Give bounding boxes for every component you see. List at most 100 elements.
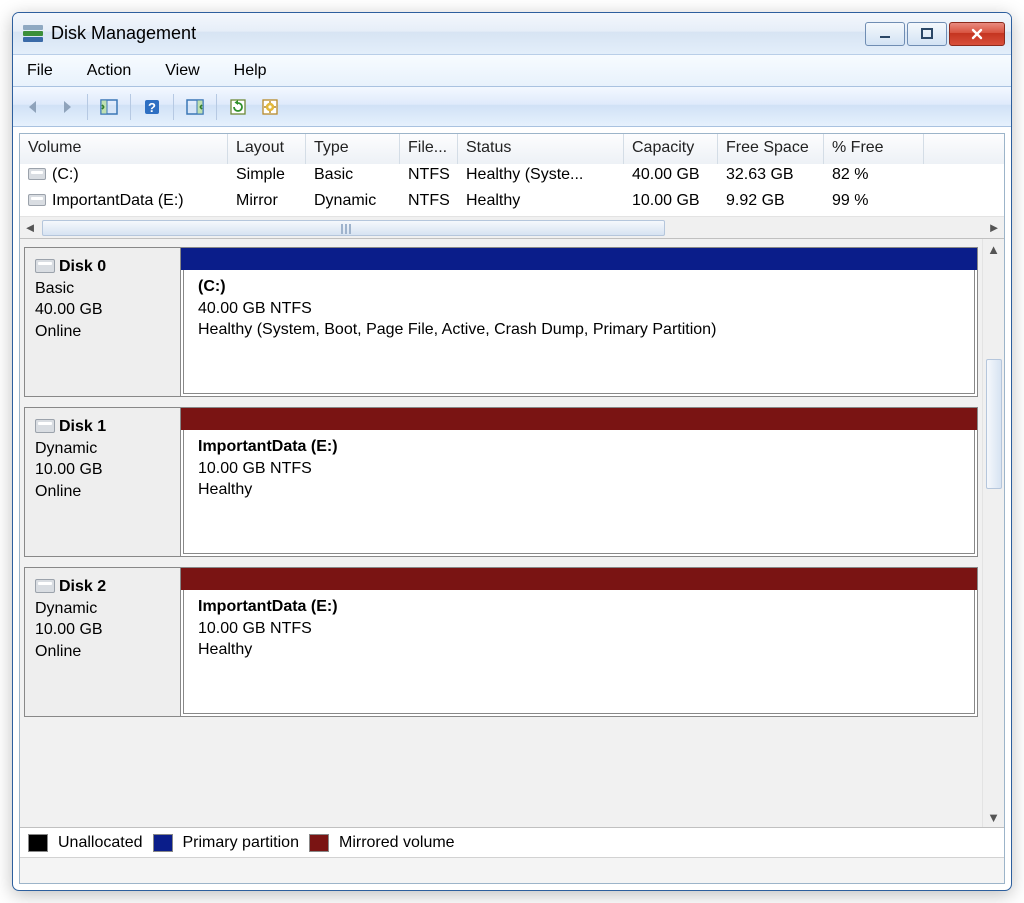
menu-action[interactable]: Action <box>81 60 137 82</box>
disk-state: Online <box>35 641 170 663</box>
partition-title: ImportantData (E:) <box>198 596 960 618</box>
scroll-thumb[interactable] <box>986 359 1002 489</box>
legend: Unallocated Primary partition Mirrored v… <box>20 827 1004 857</box>
scroll-down-icon[interactable]: ▼ <box>984 807 1004 827</box>
partition-status: Healthy (System, Boot, Page File, Active… <box>198 319 960 341</box>
volume-row[interactable]: (C:) Simple Basic NTFS Healthy (Syste...… <box>20 164 1004 190</box>
legend-swatch-unallocated <box>28 834 48 852</box>
legend-swatch-mirror <box>309 834 329 852</box>
show-hide-action-pane-button[interactable] <box>180 92 210 122</box>
disk-type: Dynamic <box>35 598 170 620</box>
application-window: Disk Management File Action View Help <box>12 12 1012 891</box>
volume-name: (C:) <box>52 166 79 183</box>
title-bar: Disk Management <box>13 13 1011 55</box>
partition-size: 40.00 GB NTFS <box>198 298 960 320</box>
volume-fs: NTFS <box>400 190 458 216</box>
help-button[interactable]: ? <box>137 92 167 122</box>
volume-free: 32.63 GB <box>718 164 824 190</box>
menu-file[interactable]: File <box>21 60 59 82</box>
legend-label-primary: Primary partition <box>183 834 299 852</box>
toolbar-separator <box>216 94 217 120</box>
volume-status: Healthy (Syste... <box>458 164 624 190</box>
toolbar: ? <box>13 87 1011 127</box>
menu-help[interactable]: Help <box>228 60 273 82</box>
volume-icon <box>28 168 46 180</box>
volume-capacity: 10.00 GB <box>624 190 718 216</box>
scroll-right-icon[interactable]: ► <box>984 218 1004 238</box>
svg-text:?: ? <box>148 100 156 115</box>
legend-label-mirror: Mirrored volume <box>339 834 455 852</box>
volume-list: Volume Layout Type File... Status Capaci… <box>20 134 1004 239</box>
status-bar <box>20 857 1004 883</box>
volume-name: ImportantData (E:) <box>52 192 184 209</box>
col-header-capacity[interactable]: Capacity <box>624 134 718 164</box>
partition-block[interactable]: ImportantData (E:) 10.00 GB NTFS Healthy <box>181 408 977 556</box>
volume-free: 9.92 GB <box>718 190 824 216</box>
window-title: Disk Management <box>51 23 863 44</box>
volume-layout: Mirror <box>228 190 306 216</box>
disk-vscrollbar[interactable]: ▲ ▼ <box>982 239 1004 827</box>
volume-status: Healthy <box>458 190 624 216</box>
col-header-status[interactable]: Status <box>458 134 624 164</box>
disk-size: 10.00 GB <box>35 619 170 641</box>
disk-info: Disk 0 Basic 40.00 GB Online <box>25 248 181 396</box>
disk-type: Basic <box>35 278 170 300</box>
scroll-up-icon[interactable]: ▲ <box>984 239 1004 259</box>
menu-view[interactable]: View <box>159 60 205 82</box>
minimize-button[interactable] <box>865 22 905 46</box>
disk-row[interactable]: Disk 1 Dynamic 10.00 GB Online Important… <box>24 407 978 557</box>
volume-hscrollbar[interactable]: ◄ ► <box>20 216 1004 238</box>
disk-state: Online <box>35 321 170 343</box>
maximize-button[interactable] <box>907 22 947 46</box>
menu-bar: File Action View Help <box>13 55 1011 87</box>
partition-block[interactable]: (C:) 40.00 GB NTFS Healthy (System, Boot… <box>181 248 977 396</box>
partition-block[interactable]: ImportantData (E:) 10.00 GB NTFS Healthy <box>181 568 977 716</box>
disk-size: 10.00 GB <box>35 459 170 481</box>
volume-row[interactable]: ImportantData (E:) Mirror Dynamic NTFS H… <box>20 190 1004 216</box>
volume-type: Basic <box>306 164 400 190</box>
col-header-volume[interactable]: Volume <box>20 134 228 164</box>
disk-type: Dynamic <box>35 438 170 460</box>
forward-button[interactable] <box>51 92 81 122</box>
show-hide-console-tree-button[interactable] <box>94 92 124 122</box>
app-icon <box>23 25 43 43</box>
volume-icon <box>28 194 46 206</box>
back-button[interactable] <box>19 92 49 122</box>
disk-icon <box>35 579 55 593</box>
volume-capacity: 40.00 GB <box>624 164 718 190</box>
partition-size: 10.00 GB NTFS <box>198 618 960 640</box>
toolbar-separator <box>130 94 131 120</box>
partition-title: (C:) <box>198 276 960 298</box>
toolbar-separator <box>87 94 88 120</box>
disk-row[interactable]: Disk 0 Basic 40.00 GB Online (C:) 40.00 … <box>24 247 978 397</box>
col-header-layout[interactable]: Layout <box>228 134 306 164</box>
partition-size: 10.00 GB NTFS <box>198 458 960 480</box>
partition-title: ImportantData (E:) <box>198 436 960 458</box>
legend-label-unallocated: Unallocated <box>58 834 143 852</box>
volume-type: Dynamic <box>306 190 400 216</box>
col-header-pctfree[interactable]: % Free <box>824 134 924 164</box>
window-controls <box>863 22 1005 46</box>
scroll-thumb[interactable] <box>42 220 665 236</box>
content-area: Volume Layout Type File... Status Capaci… <box>19 133 1005 884</box>
close-button[interactable] <box>949 22 1005 46</box>
disk-name: Disk 2 <box>59 578 106 595</box>
disk-name: Disk 0 <box>59 258 106 275</box>
disk-icon <box>35 419 55 433</box>
disk-state: Online <box>35 481 170 503</box>
volume-layout: Simple <box>228 164 306 190</box>
col-header-freespace[interactable]: Free Space <box>718 134 824 164</box>
disk-graphical-view: Disk 0 Basic 40.00 GB Online (C:) 40.00 … <box>20 239 1004 827</box>
partition-status: Healthy <box>198 639 960 661</box>
scroll-left-icon[interactable]: ◄ <box>20 218 40 238</box>
settings-button[interactable] <box>255 92 285 122</box>
volume-list-header: Volume Layout Type File... Status Capaci… <box>20 134 1004 164</box>
col-header-filesystem[interactable]: File... <box>400 134 458 164</box>
volume-pctfree: 99 % <box>824 190 924 216</box>
col-header-type[interactable]: Type <box>306 134 400 164</box>
disk-size: 40.00 GB <box>35 299 170 321</box>
disk-row[interactable]: Disk 2 Dynamic 10.00 GB Online Important… <box>24 567 978 717</box>
refresh-button[interactable] <box>223 92 253 122</box>
partition-color-stripe <box>181 408 977 430</box>
partition-color-stripe <box>181 568 977 590</box>
